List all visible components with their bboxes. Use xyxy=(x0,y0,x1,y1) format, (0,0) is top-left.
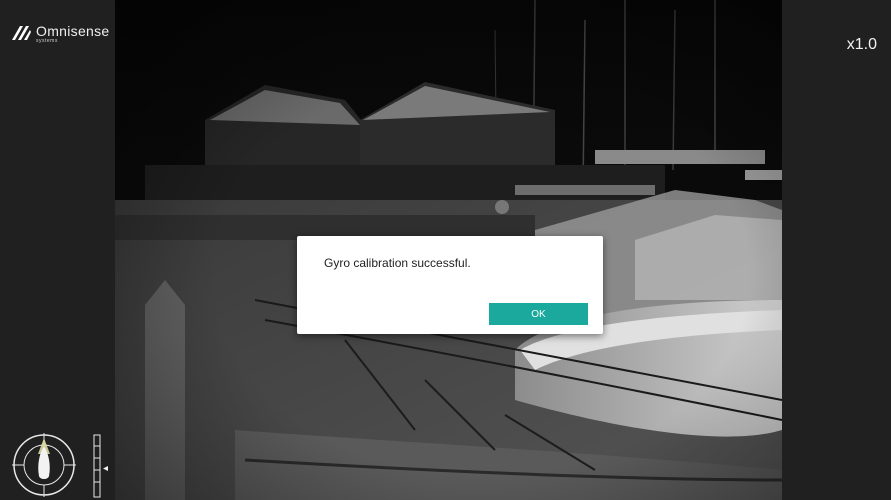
brand-subtitle: systems xyxy=(36,38,58,44)
tilt-scale-icon xyxy=(93,434,108,498)
left-sidebar: Omnisense systems xyxy=(0,0,115,500)
right-sidebar: x1.0 xyxy=(782,0,891,500)
brand-name: Omnisense xyxy=(36,23,110,39)
calibration-dialog: Gyro calibration successful. OK xyxy=(297,236,603,334)
brand-logo: Omnisense systems xyxy=(10,24,110,44)
dialog-message: Gyro calibration successful. xyxy=(324,256,471,270)
compass-icon[interactable] xyxy=(11,432,77,498)
zoom-level: x1.0 xyxy=(846,36,877,53)
ok-button[interactable]: OK xyxy=(489,303,588,325)
omnisense-logo-icon xyxy=(12,26,31,40)
